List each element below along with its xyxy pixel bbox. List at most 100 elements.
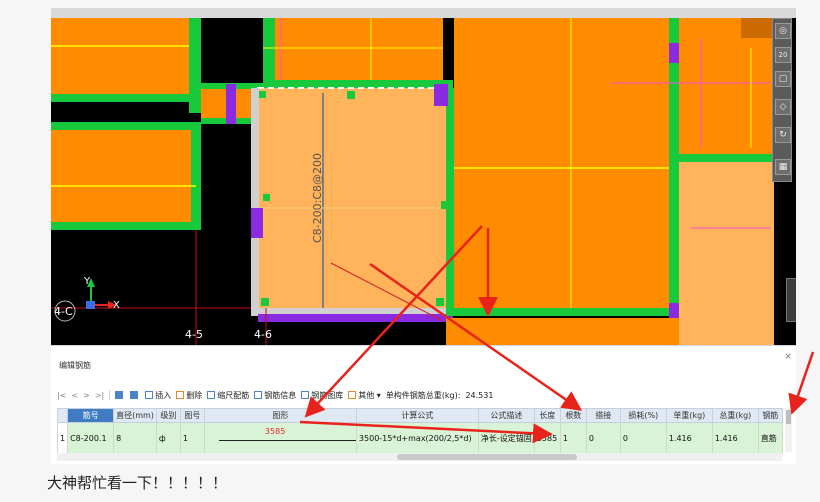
drawing-canvas[interactable]: C8-200:C8@200 4-C 4-5 4-6 Y X: [51, 8, 796, 345]
insert-button[interactable]: 插入: [145, 390, 171, 401]
bar-type-cell[interactable]: 直筋: [757, 422, 783, 454]
shape-length-value[interactable]: 3585: [265, 427, 285, 436]
beam: [189, 18, 201, 113]
prev-record-button[interactable]: <: [71, 391, 78, 400]
selected-slab[interactable]: [258, 88, 448, 316]
view-box-icon[interactable]: ▢: [775, 71, 791, 87]
beam-edge: [251, 88, 259, 316]
column-header[interactable]: 公式描述: [477, 408, 535, 423]
formula-cell[interactable]: 3500-15*d+max(200/2,5*d): [355, 422, 479, 454]
column: [434, 84, 448, 106]
lap-cell[interactable]: 0: [585, 422, 621, 454]
rebar-table: 筋号 直径(mm) 级别 图号 图形 计算公式 公式描述 长度 根数 搭接 损耗…: [56, 408, 783, 454]
count-cell[interactable]: 1: [559, 422, 587, 454]
rebar-info-label: 钢筋信息: [264, 390, 297, 400]
move-down-icon[interactable]: [130, 391, 139, 399]
delete-label: 删除: [186, 390, 203, 400]
slab-left-top: [51, 18, 189, 94]
column-header[interactable]: 级别: [155, 408, 181, 423]
beam: [51, 122, 201, 130]
beam: [191, 122, 201, 230]
column-header[interactable]: 直径(mm): [113, 408, 157, 423]
beam: [446, 88, 454, 316]
column-header[interactable]: 总重(kg): [711, 408, 759, 423]
rotate-icon[interactable]: ↻: [775, 127, 791, 143]
rebar-library-button[interactable]: 钢筋图库: [301, 390, 343, 401]
horizontal-scrollbar[interactable]: [57, 453, 782, 461]
slab-right-main: [454, 18, 669, 308]
bar-no-cell[interactable]: C8-200.1: [67, 422, 115, 454]
rebar-annotation: C8-200:C8@200: [311, 153, 324, 243]
cad-viewport[interactable]: C8-200:C8@200 4-C 4-5 4-6 Y X ◎ 20 ▢ ◇ ↻…: [51, 8, 796, 345]
column-header[interactable]: 长度: [533, 408, 561, 423]
side-panel-tab[interactable]: [786, 278, 796, 322]
grip: [441, 201, 447, 209]
orbit-icon[interactable]: ◎: [775, 23, 791, 39]
zoom-level-button[interactable]: 20: [775, 47, 791, 63]
delete-icon: [176, 391, 185, 399]
annotation-arrow-right: [788, 351, 815, 415]
next-record-button[interactable]: >: [83, 391, 90, 400]
insert-label: 插入: [155, 390, 172, 400]
scroll-thumb[interactable]: [397, 454, 577, 460]
column-header[interactable]: 图形: [203, 408, 357, 423]
shape-line: [218, 440, 356, 441]
close-icon[interactable]: ×: [784, 352, 792, 362]
screenshot-frame: C8-200:C8@200 4-C 4-5 4-6 Y X ◎ 20 ▢ ◇ ↻…: [51, 8, 796, 464]
grid-label-col: 4-6: [254, 328, 272, 341]
grip: [347, 91, 355, 99]
first-record-button[interactable]: |<: [57, 391, 66, 400]
column-header[interactable]: 损耗(%): [619, 408, 667, 423]
ucs-x-label: X: [113, 300, 120, 311]
vertical-scrollbar[interactable]: [785, 408, 792, 452]
grid-label-col: 4-5: [185, 328, 203, 341]
viewport-header-strip: [51, 8, 796, 18]
shape-cell[interactable]: 3585: [203, 422, 357, 454]
beam: [669, 18, 679, 328]
diameter-cell[interactable]: 8: [113, 422, 157, 454]
grip: [436, 298, 444, 306]
beam: [446, 308, 686, 316]
slab-left-lower: [51, 130, 196, 230]
3d-view-icon[interactable]: ◇: [775, 99, 791, 115]
column-header[interactable]: 搭接: [585, 408, 621, 423]
length-cell[interactable]: 3585: [533, 422, 561, 454]
beam: [51, 94, 189, 102]
unit-weight-cell[interactable]: 1.416: [665, 422, 713, 454]
move-up-icon[interactable]: [115, 391, 124, 399]
scroll-thumb[interactable]: [786, 410, 791, 424]
column-header[interactable]: 筋号: [67, 408, 115, 423]
formula-desc-cell[interactable]: 净长-设定锚固: [477, 422, 535, 454]
column-header[interactable]: 计算公式: [355, 408, 479, 423]
rebar-info-button[interactable]: 钢筋信息: [254, 390, 296, 401]
insert-icon: [145, 391, 154, 399]
grip: [263, 194, 270, 201]
beam: [679, 154, 774, 162]
slab-bottom: [446, 318, 686, 345]
last-record-button[interactable]: >|: [95, 391, 104, 400]
rebar-toolbar: |< < > >| 插入 删除 缩尺配筋 钢筋信息 钢筋图库 其他 ▾ 单构件钢…: [57, 388, 493, 402]
delete-button[interactable]: 删除: [176, 390, 202, 401]
column-header[interactable]: 钢筋: [757, 408, 783, 423]
toolbar-divider: [109, 390, 111, 400]
fig-no-cell[interactable]: 1: [179, 422, 205, 454]
panel-title: 编辑钢筋: [59, 361, 91, 370]
total-weight-cell[interactable]: 1.416: [711, 422, 759, 454]
slab-dark: [741, 18, 776, 38]
table-row[interactable]: 1 C8-200.1 8 ф 1 3585 3500-15*d+max(200/…: [56, 422, 783, 454]
column: [251, 208, 263, 238]
scale-rebar-button[interactable]: 缩尺配筋: [207, 390, 249, 401]
other-menu-button[interactable]: 其他 ▾: [348, 390, 381, 401]
total-weight-label: 单构件钢筋总重(kg):: [385, 390, 461, 400]
ucs-origin: [86, 301, 95, 309]
loss-cell[interactable]: 0: [619, 422, 667, 454]
grade-cell[interactable]: ф: [155, 422, 181, 454]
column-header[interactable]: 根数: [559, 408, 587, 423]
ruler-icon: [207, 391, 216, 399]
row-header-corner: [56, 408, 69, 423]
view-navigation-bar: ◎ 20 ▢ ◇ ↻ ▦: [772, 18, 792, 182]
column-header[interactable]: 单重(kg): [665, 408, 713, 423]
floor-plan-icon[interactable]: ▦: [775, 159, 791, 175]
chevron-down-icon: ▾: [376, 390, 381, 400]
column-header[interactable]: 图号: [179, 408, 205, 423]
